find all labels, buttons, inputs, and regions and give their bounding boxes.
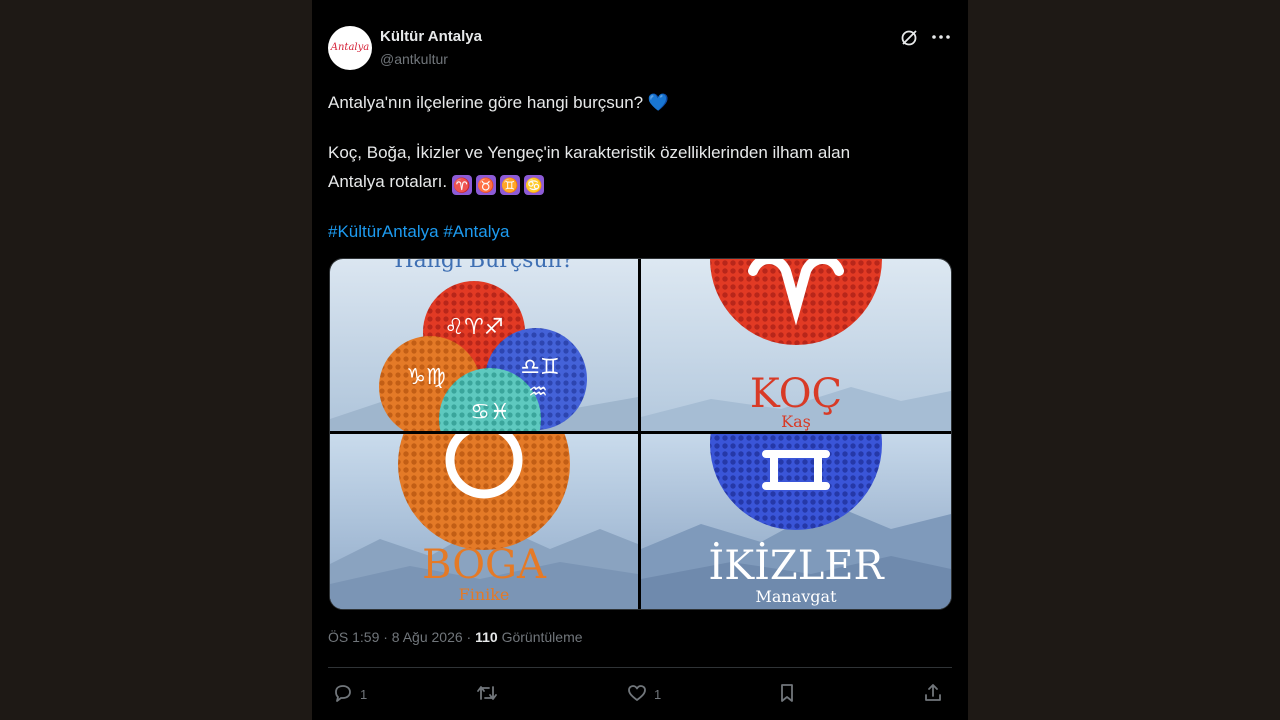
- reply-button[interactable]: 1: [332, 680, 367, 708]
- account-handle[interactable]: @antkultur: [380, 51, 448, 67]
- gemini-emoji: ♊: [499, 175, 520, 195]
- views-label: Görüntüleme: [501, 629, 583, 645]
- page-backdrop-left: [0, 0, 312, 720]
- tile3-district: Finike: [459, 585, 510, 604]
- tile1-heading: Hangi Burçsun?: [394, 259, 573, 273]
- media-tile-koc[interactable]: KOÇ Kaş: [641, 259, 951, 431]
- tile4-district: Manavgat: [755, 587, 837, 606]
- tweet-text: Antalya'nın ilçelerine göre hangi burçsu…: [328, 88, 938, 246]
- retweet-icon: [475, 682, 499, 707]
- svg-text:♋♓: ♋♓: [470, 400, 509, 425]
- media-grid: Hangi Burçsun? ♌♈♐ ♎♊ ♒ ♑♍ ♋♓ KOÇ Kaş BO…: [329, 258, 952, 610]
- tile4-sign: İKİZLER: [708, 542, 885, 589]
- divider: [328, 667, 952, 668]
- hashtag-antalya[interactable]: #Antalya: [443, 222, 509, 241]
- share-button[interactable]: [922, 680, 944, 708]
- svg-text:♑♍: ♑♍: [406, 365, 445, 390]
- more-options-icon[interactable]: [929, 27, 953, 47]
- page-backdrop-right: [968, 0, 1280, 720]
- blue-heart-emoji: 💙: [647, 93, 670, 112]
- tweet-card: Antalya Kültür Antalya @antkultur Antaly…: [312, 0, 968, 720]
- share-icon: [922, 682, 944, 707]
- tweet-meta: ÖS 1:59 · 8 Ağu 2026 · 110 Görüntüleme: [328, 629, 583, 645]
- taurus-emoji: ♉: [475, 175, 496, 195]
- tweet-timestamp[interactable]: ÖS 1:59 · 8 Ağu 2026 ·: [328, 629, 471, 645]
- tile2-sign: KOÇ: [750, 371, 842, 417]
- tweet-text-question: Antalya'nın ilçelerine göre hangi burçsu…: [328, 93, 644, 112]
- like-count: 1: [654, 686, 662, 702]
- like-button[interactable]: 1: [626, 680, 661, 708]
- tile3-sign: BOĞA: [422, 541, 547, 588]
- tile2-district: Kaş: [781, 412, 811, 431]
- svg-text:♌♈♐: ♌♈♐: [444, 315, 503, 340]
- svg-text:♒: ♒: [528, 380, 548, 405]
- tweet-line-3: Antalya rotaları. ♈ ♉ ♊ ♋: [328, 167, 938, 196]
- avatar[interactable]: Antalya: [328, 26, 372, 70]
- avatar-logo-text: Antalya: [330, 42, 370, 53]
- tweet-line-2: Koç, Boğa, İkizler ve Yengeç'in karakter…: [328, 143, 851, 162]
- media-tile-overview[interactable]: Hangi Burçsun? ♌♈♐ ♎♊ ♒ ♑♍ ♋♓: [330, 259, 638, 431]
- tweet-hashtags: #KültürAntalya #Antalya: [328, 217, 938, 246]
- views-count: 110: [475, 629, 498, 645]
- reply-icon: [332, 682, 354, 707]
- tweet-line-1: Antalya'nın ilçelerine göre hangi burçsu…: [328, 88, 938, 117]
- hashtag-kultur-antalya[interactable]: #KültürAntalya: [328, 222, 439, 241]
- media-tile-ikizler[interactable]: İKİZLER Manavgat: [641, 434, 951, 609]
- retweet-button[interactable]: [475, 680, 505, 708]
- bookmark-icon: [776, 682, 798, 707]
- account-name[interactable]: Kültür Antalya: [380, 28, 482, 45]
- action-bar: 1 1: [328, 680, 952, 708]
- media-tile-boga[interactable]: BOĞA Finike: [330, 434, 638, 609]
- heart-icon: [626, 682, 648, 707]
- grok-icon[interactable]: [898, 27, 920, 49]
- reply-count: 1: [360, 686, 368, 702]
- aries-emoji: ♈: [451, 175, 472, 195]
- svg-text:♎♊: ♎♊: [520, 355, 559, 380]
- bookmark-button[interactable]: [776, 680, 798, 708]
- tweet-text-routes: Antalya rotaları.: [328, 172, 448, 191]
- cancer-emoji: ♋: [523, 175, 544, 195]
